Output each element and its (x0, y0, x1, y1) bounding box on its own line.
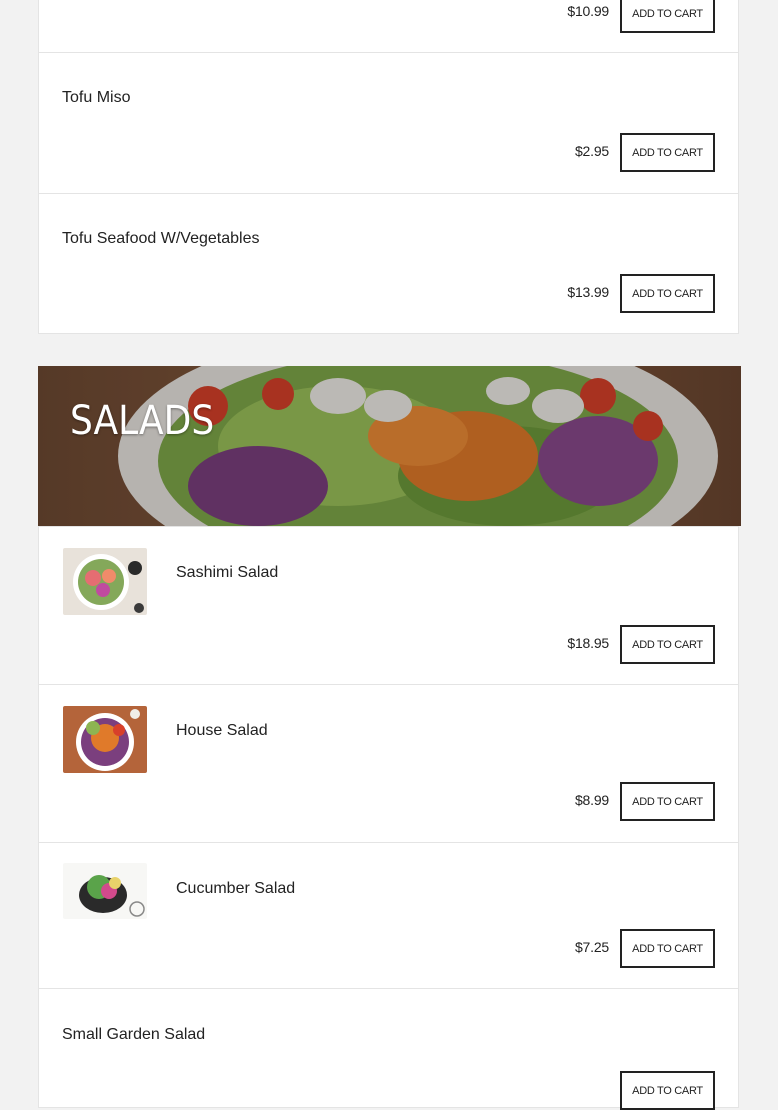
item-name: Tofu Seafood W/Vegetables (62, 230, 260, 247)
section-banner: SALADS (38, 366, 741, 526)
menu-item-card: Small Garden Salad ADD TO CART (38, 988, 739, 1110)
menu-item-card: Cucumber Salad $7.25 ADD TO CART (38, 842, 739, 989)
item-price: $7.25 (574, 939, 609, 955)
sashimi-salad-thumbnail (63, 548, 147, 615)
item-price: $13.99 (567, 284, 609, 300)
add-to-cart-button[interactable]: ADD TO CART (620, 0, 715, 33)
add-to-cart-button[interactable]: ADD TO CART (620, 1071, 715, 1110)
add-to-cart-button[interactable]: ADD TO CART (620, 274, 715, 313)
menu-item-card: $10.99 ADD TO CART (38, 0, 739, 53)
house-salad-thumbnail (63, 706, 147, 773)
item-price: $18.95 (567, 635, 609, 651)
item-name: Tofu Miso (62, 89, 131, 106)
salad-banner-image (38, 366, 741, 526)
item-name: House Salad (176, 722, 268, 739)
menu-item-card: House Salad $8.99 ADD TO CART (38, 684, 739, 843)
section-title: SALADS (70, 398, 215, 444)
item-name: Cucumber Salad (176, 880, 296, 897)
item-name: Sashimi Salad (176, 564, 279, 581)
menu-item-card: Tofu Miso $2.95 ADD TO CART (38, 52, 739, 194)
cucumber-salad-thumbnail (63, 863, 147, 919)
add-to-cart-button[interactable]: ADD TO CART (620, 929, 715, 968)
item-name: Small Garden Salad (62, 1026, 206, 1043)
menu-item-card: Sashimi Salad $18.95 ADD TO CART (38, 526, 739, 685)
add-to-cart-button[interactable]: ADD TO CART (620, 625, 715, 664)
add-to-cart-button[interactable]: ADD TO CART (620, 133, 715, 172)
item-price: $2.95 (574, 143, 609, 159)
add-to-cart-button[interactable]: ADD TO CART (620, 782, 715, 821)
item-price: $10.99 (567, 3, 609, 19)
menu-item-card: Tofu Seafood W/Vegetables $13.99 ADD TO … (38, 193, 739, 334)
item-price: $8.99 (574, 792, 609, 808)
